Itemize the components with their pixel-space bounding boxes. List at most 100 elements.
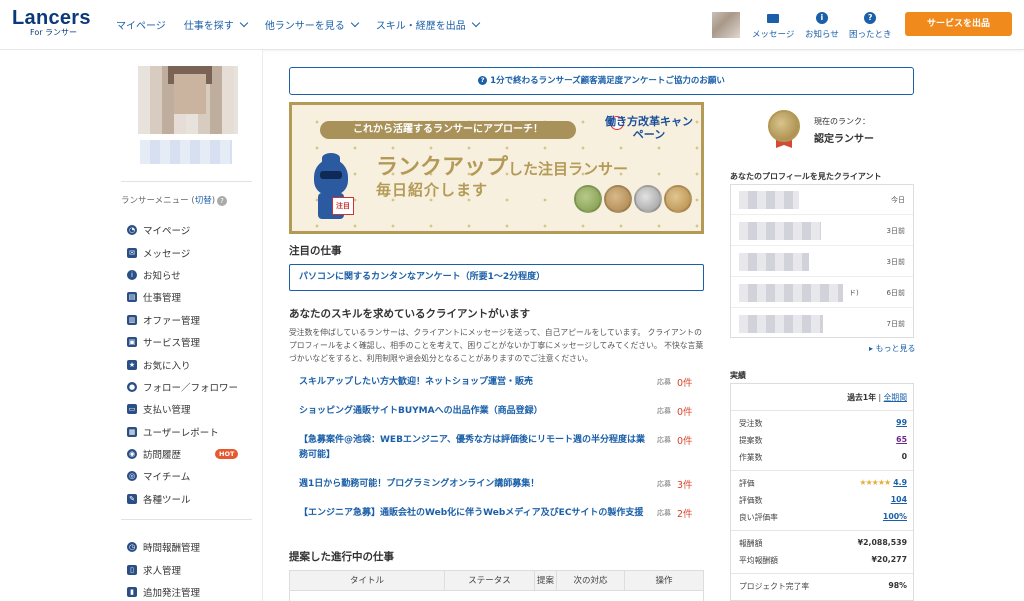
sidebar-item-notifications[interactable]: i お知らせ — [127, 264, 238, 286]
list-item[interactable]: ド) 6日前 — [731, 278, 913, 308]
job-title-link[interactable]: ショッピング通販サイトBUYMAへの出品作業（商品登録） — [299, 404, 647, 419]
stats-period: 過去1年 | 全期間 — [731, 392, 907, 403]
th-proposal: 提案 — [535, 571, 557, 590]
sidebar-item-add-order[interactable]: ▮ 追加発注管理 — [127, 581, 200, 601]
header-notifications[interactable]: i お知らせ — [805, 12, 839, 40]
stat-row: 作業数 0 — [739, 449, 907, 465]
sidebar-item-work[interactable]: ▤ 仕事管理 — [127, 286, 238, 308]
post-service-button[interactable]: サービスを出品 — [905, 12, 1012, 36]
stats-box: 過去1年 | 全期間 受注数 99 提案数 65 作業数 0 評価 ★★★★★ 4.9 評… — [730, 383, 914, 601]
chevron-down-icon — [239, 18, 249, 28]
stat-value[interactable]: 99 — [896, 418, 907, 427]
sidebar-item-label: サービス管理 — [143, 338, 201, 350]
sidebar-item-user-report[interactable]: ▦ ユーザーレポート — [127, 421, 238, 443]
sidebar-item-label: マイチーム — [143, 472, 191, 484]
table-header-row: タイトル ステータス 提案 次の対応 操作 — [290, 571, 703, 591]
question-icon[interactable]: ? — [217, 195, 228, 206]
stat-label: 平均報酬額 — [739, 556, 778, 565]
sidebar-item-tools[interactable]: ✎ 各種ツール — [127, 488, 238, 510]
main-nav: マイページ 仕事を探す 他ランサーを見る スキル・経歴を出品 — [116, 17, 481, 32]
rank-box: 現在のランク： 認定ランサー — [730, 100, 914, 156]
dashboard-icon: ◔ — [127, 225, 137, 236]
list-item[interactable]: 今日 — [731, 185, 913, 215]
list-item[interactable]: 3日前 — [731, 216, 913, 246]
profile-photo[interactable] — [138, 66, 238, 134]
sidebar-item-label: お知らせ — [143, 270, 181, 282]
nav-mypage[interactable]: マイページ — [116, 17, 166, 32]
stat-row: 良い評価率 100% — [739, 509, 907, 525]
survey-text: 1分で終わるランサーズ顧客満足度アンケートご協力のお願い — [490, 76, 725, 86]
sidebar-item-visit-history[interactable]: ◉ 訪問履歴 HOT — [127, 443, 239, 465]
divider — [121, 181, 252, 182]
avatar[interactable] — [712, 12, 740, 38]
stat-row: 報酬額 ¥2,088,539 — [739, 535, 907, 551]
th-operation: 操作 — [655, 576, 673, 586]
period-all-link[interactable]: 全期間 — [884, 393, 907, 402]
sidebar-item-my-team[interactable]: ◎ マイチーム — [127, 465, 238, 487]
wrench-icon: ✎ — [127, 493, 137, 504]
menu-heading-text: ランサーメニュー ( — [121, 196, 195, 206]
envelope-icon: ✉ — [127, 247, 137, 258]
sidebar-item-label: 時間報酬管理 — [143, 543, 201, 555]
sidebar-item-messages[interactable]: ✉ メッセージ — [127, 241, 238, 263]
menu-switch-link[interactable]: 切替 — [195, 196, 212, 206]
sidebar-item-favorites[interactable]: ★ お気に入り — [127, 353, 238, 375]
job-title-link[interactable]: スキルアップしたい方大歓迎！ネットショップ運営・販売 — [299, 375, 647, 390]
survey-banner[interactable]: ? 1分で終わるランサーズ顧客満足度アンケートご協力のお願い — [289, 67, 914, 95]
knight-mascot-icon: 注目 — [310, 153, 354, 225]
divider — [731, 470, 913, 471]
logo-text: Lancers — [12, 7, 91, 29]
stat-label: プロジェクト完了率 — [739, 582, 810, 591]
sidebar-item-offers[interactable]: ▥ オファー管理 — [127, 309, 238, 331]
apply-label: 応募 — [657, 509, 671, 517]
stat-value[interactable]: 104 — [891, 495, 907, 504]
period-separator: | — [876, 393, 884, 402]
knight-visor — [320, 171, 342, 179]
list-item[interactable]: 3日前 — [731, 247, 913, 277]
sidebar-item-follow[interactable]: ● フォロー／フォロワー — [127, 376, 238, 398]
lancers-logo[interactable]: Lancers For ランサー — [12, 8, 91, 38]
stat-value[interactable]: 65 — [896, 435, 907, 444]
stat-value[interactable]: 100% — [883, 512, 907, 521]
visitor-name-tail: ド) — [849, 289, 859, 297]
promo-banner[interactable]: これから活躍するランサーにアプローチ！ 働き方改革キャンペーン 注目 ランクアッ… — [289, 102, 704, 234]
envelope-icon — [767, 14, 780, 23]
sidebar-item-mypage[interactable]: ◔ マイページ — [127, 219, 238, 241]
sidebar-item-hourly[interactable]: ◷ 時間報酬管理 — [127, 536, 200, 558]
sidebar-item-label: メッセージ — [143, 248, 191, 260]
profile-name-blurred[interactable] — [140, 140, 232, 164]
featured-job-link[interactable]: パソコンに関するカンタンなアンケート（所要1〜2分程度） — [289, 264, 704, 291]
apply-label: 応募 — [657, 436, 671, 444]
chevron-down-icon — [350, 18, 360, 28]
sidebar-item-services[interactable]: ▣ サービス管理 — [127, 331, 238, 353]
see-more-link[interactable]: ▸ もっと見る — [869, 343, 916, 354]
star-icon: ★ — [127, 359, 137, 370]
job-title-link[interactable]: 週1日から勤務可能！プログラミングオンライン講師募集！ — [299, 477, 647, 492]
list-item[interactable]: 7日前 — [731, 309, 913, 339]
sidebar-item-label: 訪問履歴 — [143, 450, 182, 462]
menu-heading: ランサーメニュー (切替)? — [121, 194, 228, 206]
card-icon: ▭ — [127, 404, 137, 415]
nav-other-lancers[interactable]: 他ランサーを見る — [264, 17, 360, 32]
sidebar-item-label: 求人管理 — [143, 565, 182, 577]
sidebar-item-recruiting[interactable]: ▯ 求人管理 — [127, 558, 200, 580]
sidebar-item-label: フォロー／フォロワー — [143, 382, 239, 394]
job-title-link[interactable]: 【急募案件@池袋：WEBエンジニア、優秀な方は評価後にリモート週の半分程度は業務… — [299, 433, 647, 463]
header-icon-label: 困ったとき — [849, 30, 892, 40]
nav-label: スキル・経歴を出品 — [375, 21, 466, 32]
nav-find-work[interactable]: 仕事を探す — [184, 17, 249, 32]
period-past[interactable]: 過去1年 — [847, 393, 876, 402]
th-status: ステータス — [445, 571, 535, 590]
visitors-title: あなたのプロフィールを見たクライアント — [730, 172, 882, 181]
medal-icon — [604, 185, 632, 213]
stat-label: 評価 — [739, 479, 755, 488]
stat-value[interactable]: 4.9 — [893, 478, 907, 487]
apply-label: 応募 — [657, 407, 671, 415]
nav-label: 他ランサーを見る — [264, 21, 345, 32]
sidebar-item-payments[interactable]: ▭ 支払い管理 — [127, 398, 238, 420]
header-help[interactable]: ? 困ったとき — [849, 12, 892, 40]
nav-list-skills[interactable]: スキル・経歴を出品 — [375, 17, 481, 32]
job-title-link[interactable]: 【エンジニア急募】通販会社のWeb化に伴うWebメディア及びECサイトの製作支援 — [299, 506, 647, 521]
header-messages[interactable]: メッセージ — [752, 12, 794, 40]
info-icon: i — [815, 12, 828, 24]
